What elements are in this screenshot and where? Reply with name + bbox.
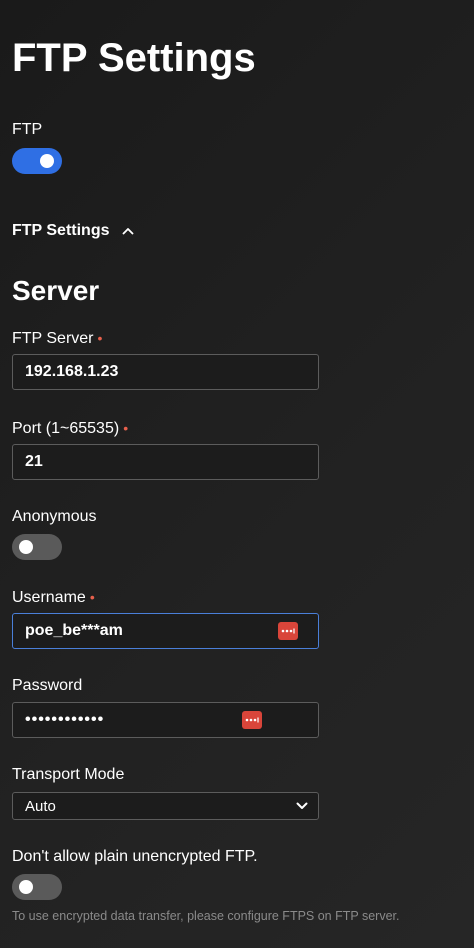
section-heading: Server: [12, 275, 100, 306]
port-label-text: Port (1~65535): [12, 420, 120, 437]
transport-mode-label: Transport Mode: [12, 766, 125, 783]
username-input[interactable]: [13, 614, 318, 648]
anonymous-toggle[interactable]: [12, 534, 62, 560]
section-toggle-label: FTP Settings: [12, 222, 110, 239]
chevron-down-icon: [296, 802, 308, 809]
port-field[interactable]: [12, 444, 319, 480]
toggle-knob: [40, 154, 54, 168]
ftp-server-field[interactable]: [12, 354, 319, 390]
page-title: FTP Settings: [12, 36, 256, 80]
transport-mode-select[interactable]: Auto: [12, 792, 319, 820]
ftp-server-label: FTP Server •: [12, 328, 102, 349]
username-label-text: Username: [12, 589, 86, 606]
ftp-server-label-text: FTP Server: [12, 330, 94, 347]
port-label: Port (1~65535) •: [12, 418, 128, 439]
ftp-toggle[interactable]: [12, 148, 62, 174]
password-manager-icon[interactable]: [242, 711, 262, 729]
toggle-knob: [19, 540, 33, 554]
ftp-label: FTP: [12, 121, 43, 138]
toggle-knob: [19, 880, 33, 894]
no-plain-ftp-toggle[interactable]: [12, 874, 62, 900]
password-manager-dots: [281, 628, 295, 634]
password-label: Password: [12, 677, 83, 694]
password-manager-dots: [245, 717, 259, 723]
username-label: Username •: [12, 587, 95, 608]
password-manager-icon[interactable]: [278, 622, 298, 640]
username-field[interactable]: [12, 613, 319, 649]
ftps-hint-text: To use encrypted data transfer, please c…: [12, 909, 400, 923]
required-indicator: •: [123, 420, 129, 436]
password-input[interactable]: [13, 703, 318, 737]
no-plain-ftp-label: Don't allow plain unencrypted FTP.: [12, 848, 258, 865]
password-field[interactable]: [12, 702, 319, 738]
anonymous-label: Anonymous: [12, 508, 97, 525]
required-indicator: •: [89, 589, 95, 605]
ftp-settings-collapse-toggle[interactable]: FTP Settings: [12, 222, 134, 240]
required-indicator: •: [97, 330, 103, 346]
transport-mode-value: Auto: [25, 797, 56, 815]
port-input[interactable]: [13, 445, 318, 479]
chevron-up-icon: [122, 228, 133, 235]
ftp-server-input[interactable]: [13, 355, 318, 389]
